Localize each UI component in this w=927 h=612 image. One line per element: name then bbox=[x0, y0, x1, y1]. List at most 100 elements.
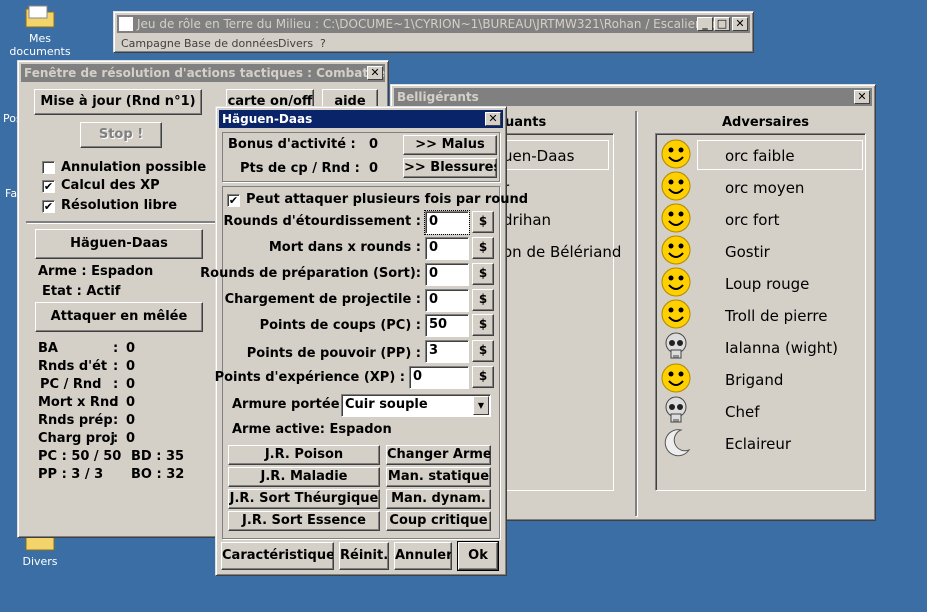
field-button[interactable]: $ bbox=[472, 263, 494, 285]
update-round-button[interactable]: Mise à jour (Rnd n°1) bbox=[34, 89, 202, 115]
resolution-libre-checkbox[interactable]: ✔ bbox=[42, 200, 55, 213]
close-button[interactable]: ✕ bbox=[854, 90, 870, 104]
essence-spell-roll-button[interactable]: J.R. Sort Essence bbox=[228, 511, 380, 531]
change-weapon-button[interactable]: Changer Arme bbox=[386, 445, 491, 465]
field-button[interactable]: $ bbox=[472, 237, 494, 259]
smiley-icon bbox=[661, 363, 691, 393]
cancel-button[interactable]: Annuler bbox=[394, 542, 452, 570]
adversary-name[interactable]: Chef bbox=[725, 403, 760, 421]
disease-roll-button[interactable]: J.R. Maladie bbox=[228, 467, 380, 487]
field-label: Chargement de projectile : bbox=[224, 292, 421, 307]
field-label: Points de coups (PC) : bbox=[259, 318, 421, 333]
stat-value: 0 bbox=[126, 377, 136, 392]
main-window-title: Jeu de rôle en Terre du Milieu : C:\DOCU… bbox=[137, 17, 731, 31]
adversary-name[interactable]: orc faible bbox=[725, 147, 795, 165]
main-window-titlebar[interactable]: Jeu de rôle en Terre du Milieu : C:\DOCU… bbox=[117, 15, 750, 33]
field-button[interactable]: $ bbox=[472, 340, 494, 362]
adversary-name[interactable]: Loup rouge bbox=[725, 275, 809, 293]
ok-button[interactable]: Ok bbox=[457, 541, 499, 571]
stun-rounds-input[interactable]: 0 bbox=[424, 210, 470, 235]
left-list-header: uants bbox=[505, 115, 547, 130]
app-icon bbox=[119, 17, 133, 31]
tactical-window-title: Fenêtre de résolution d'actions tactique… bbox=[24, 66, 385, 80]
menu-help[interactable]: ? bbox=[320, 37, 326, 50]
menu-divers[interactable]: Divers bbox=[278, 37, 313, 50]
poison-roll-button[interactable]: J.R. Poison bbox=[228, 445, 380, 465]
maximize-button[interactable]: □ bbox=[714, 17, 730, 31]
dynamic-maneuver-button[interactable]: Man. dynam. bbox=[386, 489, 491, 509]
character-button[interactable]: Häguen-Daas bbox=[35, 229, 203, 259]
adversary-name[interactable]: Troll de pierre bbox=[725, 307, 827, 325]
stat-value: 0 bbox=[126, 431, 136, 446]
projectile-load-input[interactable]: 0 bbox=[425, 289, 469, 312]
desktop-icon-mes-documents[interactable]: Mes documents bbox=[0, 4, 80, 58]
stat-label: Charg proj bbox=[38, 431, 115, 446]
spell-prep-input[interactable]: 0 bbox=[425, 263, 469, 286]
stat-label: Rnds prép bbox=[38, 413, 113, 428]
adversary-name[interactable]: Eclaireur bbox=[725, 435, 791, 453]
adversaries-header: Adversaires bbox=[722, 115, 810, 130]
wounds-button[interactable]: >> Blessures bbox=[403, 158, 497, 178]
field-button[interactable]: $ bbox=[472, 314, 494, 336]
reset-button[interactable]: Réinit. bbox=[339, 542, 389, 570]
character-dialog-titlebar[interactable]: Häguen-Daas bbox=[219, 110, 503, 128]
smiley-icon bbox=[661, 235, 691, 265]
power-points-input[interactable]: 3 bbox=[425, 340, 469, 363]
close-button[interactable]: ✕ bbox=[485, 112, 501, 126]
character-dialog: Häguen-Daas ✕ Bonus d'activité : 0 >> Ma… bbox=[200, 106, 528, 576]
characteristics-button[interactable]: Caractéristiques bbox=[221, 542, 334, 570]
character-dialog-title: Häguen-Daas bbox=[222, 112, 313, 126]
static-maneuver-button[interactable]: Man. statique bbox=[386, 467, 491, 487]
adversary-name[interactable]: orc fort bbox=[725, 211, 780, 229]
death-rounds-input[interactable]: 0 bbox=[425, 237, 469, 260]
stop-button[interactable]: Stop ! bbox=[80, 122, 162, 148]
field-button[interactable]: $ bbox=[472, 289, 494, 311]
belligerants-window-titlebar[interactable]: Belligérants bbox=[394, 88, 872, 106]
stat-label: PC / Rnd bbox=[40, 377, 102, 392]
allies-list-item[interactable]: drihan bbox=[503, 211, 551, 229]
armor-select-value: Cuir souple bbox=[345, 397, 428, 412]
smiley-icon bbox=[661, 267, 691, 297]
theurgic-spell-roll-button[interactable]: J.R. Sort Théurgique bbox=[228, 489, 380, 509]
smiley-icon bbox=[661, 299, 691, 329]
malus-button[interactable]: >> Malus bbox=[403, 135, 497, 155]
critical-hit-button[interactable]: Coup critique bbox=[386, 511, 491, 531]
cp-label: Pts de cp / Rnd : bbox=[240, 161, 360, 176]
menu-base-de-donnees[interactable]: Base de données bbox=[184, 37, 278, 50]
adversary-name[interactable]: Gostir bbox=[725, 243, 770, 261]
allies-list[interactable] bbox=[496, 133, 614, 491]
adversary-name[interactable]: orc moyen bbox=[725, 179, 804, 197]
minimize-button[interactable]: _ bbox=[697, 17, 713, 31]
allies-list-item[interactable]: on de Bélériand bbox=[503, 243, 621, 261]
multi-attack-checkbox[interactable]: ✔ bbox=[227, 194, 240, 207]
skull-icon bbox=[661, 395, 691, 425]
close-button[interactable]: ✕ bbox=[732, 17, 748, 31]
field-button[interactable]: $ bbox=[472, 366, 494, 388]
menu-campagne[interactable]: Campagne bbox=[121, 37, 181, 50]
state-line: Etat : Actif bbox=[42, 284, 121, 299]
tactical-window-titlebar[interactable]: Fenêtre de résolution d'actions tactique… bbox=[21, 64, 385, 82]
field-button[interactable]: $ bbox=[472, 211, 494, 233]
chevron-down-icon[interactable]: ▼ bbox=[473, 396, 489, 415]
stat-sep: : bbox=[113, 359, 119, 374]
hit-points-input[interactable]: 50 bbox=[425, 314, 469, 337]
attack-melee-button[interactable]: Attaquer en mêlée bbox=[35, 302, 203, 332]
experience-input[interactable]: 0 bbox=[409, 366, 469, 389]
stat-label: Rnds d'ét bbox=[38, 359, 108, 374]
armor-label: Armure portée : bbox=[232, 397, 350, 412]
close-button[interactable]: ✕ bbox=[367, 66, 383, 80]
field-label: Points d'expérience (XP) : bbox=[214, 370, 405, 385]
smiley-icon bbox=[661, 171, 691, 201]
stat-sep: : bbox=[113, 341, 119, 356]
adversary-name[interactable]: Ialanna (wight) bbox=[725, 339, 838, 357]
desktop-icon-label: Mes documents bbox=[9, 32, 71, 58]
annulation-checkbox[interactable] bbox=[42, 161, 55, 174]
pp-line: PP : 3 / 3 bbox=[38, 467, 104, 482]
adversary-name[interactable]: Brigand bbox=[725, 371, 783, 389]
allies-list-item[interactable]: uen-Daas bbox=[503, 147, 574, 165]
stat-value: 0 bbox=[126, 359, 136, 374]
documents-folder-icon bbox=[25, 4, 55, 28]
calcul-xp-checkbox[interactable]: ✔ bbox=[42, 180, 55, 193]
bd-line: BD : 35 bbox=[131, 449, 185, 464]
armor-select[interactable]: Cuir souple ▼ bbox=[341, 394, 491, 417]
